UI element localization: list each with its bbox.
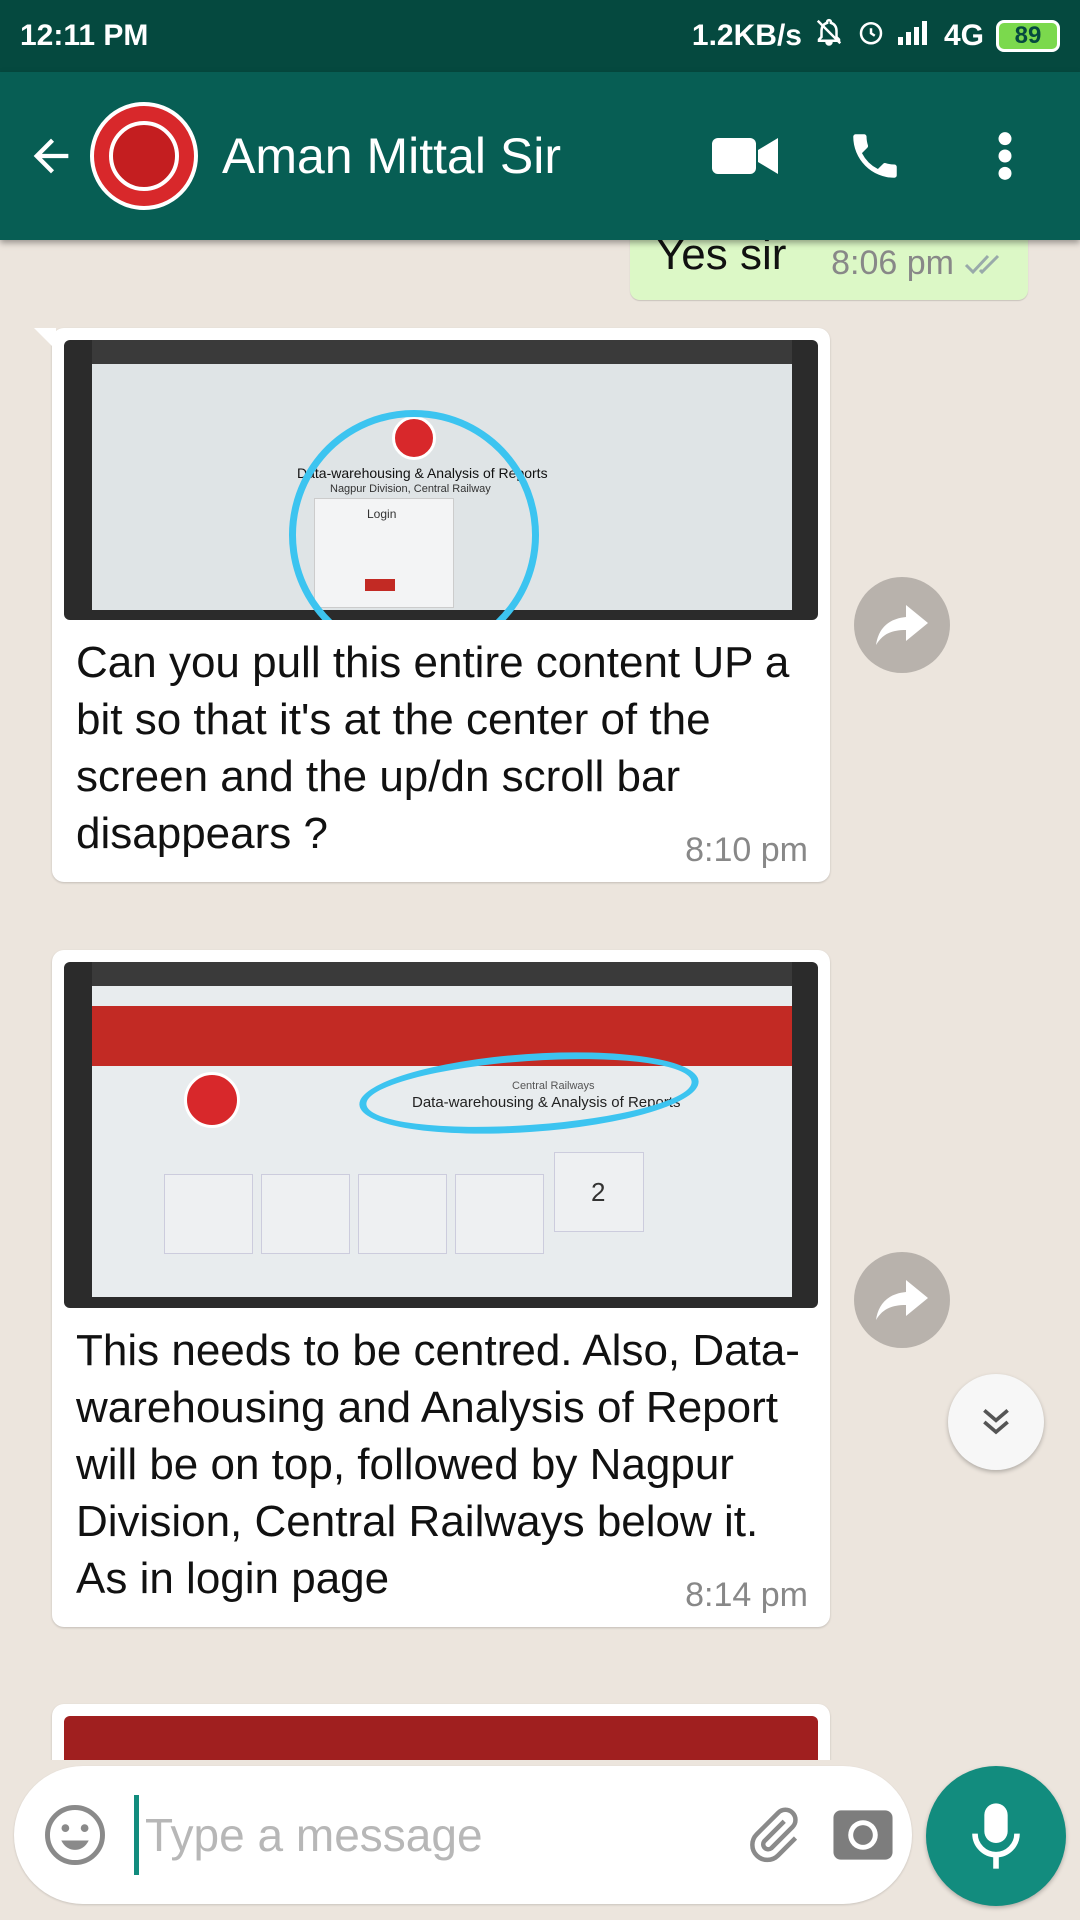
incoming-image-message[interactable]: Data-warehousing & Analysis of Reports N… bbox=[34, 328, 830, 882]
message-input[interactable] bbox=[134, 1795, 743, 1875]
camera-icon[interactable] bbox=[831, 1795, 895, 1875]
microphone-icon bbox=[972, 1803, 1020, 1869]
incoming-image-message[interactable]: Central Railways Data-warehousing & Anal… bbox=[52, 950, 830, 1627]
back-arrow-icon[interactable] bbox=[16, 121, 86, 191]
alarm-icon bbox=[856, 17, 886, 55]
mute-icon bbox=[814, 17, 844, 55]
forward-icon[interactable] bbox=[854, 577, 950, 673]
message-time: 8:06 pm bbox=[831, 244, 954, 282]
chat-header: Aman Mittal Sir bbox=[0, 72, 1080, 240]
message-photo[interactable]: Central Railways Data-warehousing & Anal… bbox=[64, 962, 818, 1308]
outgoing-message[interactable]: Yes sir 8:06 pm bbox=[630, 240, 1028, 300]
message-text: Yes sir bbox=[656, 240, 787, 279]
photo-stable-train-value: 2 bbox=[591, 1177, 606, 1207]
incoming-image-message-partial[interactable] bbox=[52, 1704, 830, 1760]
status-time: 12:11 PM bbox=[20, 19, 149, 52]
network-speed: 1.2KB/s bbox=[691, 19, 802, 52]
message-input-bar bbox=[14, 1766, 912, 1904]
emoji-icon[interactable] bbox=[42, 1795, 108, 1875]
more-options-icon[interactable] bbox=[960, 111, 1050, 201]
signal-icon bbox=[897, 19, 932, 53]
message-caption: This needs to be centred. Also, Data-war… bbox=[76, 1326, 800, 1603]
message-meta: 8:06 pm bbox=[831, 244, 1008, 283]
voice-record-button[interactable] bbox=[926, 1766, 1066, 1906]
contact-name[interactable]: Aman Mittal Sir bbox=[222, 127, 561, 185]
phone-icon[interactable] bbox=[830, 111, 920, 201]
bubble-tail bbox=[34, 328, 56, 350]
battery-indicator: 89 bbox=[996, 20, 1060, 52]
double-chevron-down-icon bbox=[983, 1408, 1009, 1435]
attach-icon[interactable] bbox=[743, 1795, 803, 1875]
message-photo[interactable] bbox=[64, 1716, 818, 1760]
photo-browser-bar bbox=[92, 962, 792, 986]
photo-red-header bbox=[92, 1006, 792, 1066]
network-type: 4G bbox=[943, 19, 984, 52]
photo-stat-cards bbox=[164, 1174, 544, 1254]
status-bar: 12:11 PM 1.2KB/s 4G 89 bbox=[0, 0, 1080, 72]
message-photo[interactable]: Data-warehousing & Analysis of Reports N… bbox=[64, 340, 818, 620]
video-call-icon[interactable] bbox=[700, 111, 790, 201]
message-time: 8:14 pm bbox=[685, 1576, 808, 1614]
status-icons: 1.2KB/s 4G 89 bbox=[692, 17, 1060, 55]
photo-browser-bar bbox=[92, 340, 792, 364]
photo-railway-logo bbox=[184, 1072, 240, 1128]
scroll-to-bottom-button[interactable] bbox=[948, 1374, 1044, 1470]
contact-avatar[interactable] bbox=[90, 102, 198, 210]
read-ticks-icon bbox=[964, 254, 1000, 274]
photo-stable-train-card: 2 bbox=[554, 1152, 644, 1232]
chat-area[interactable]: Yes sir 8:06 pm Data-warehousing & Analy… bbox=[0, 240, 1080, 1760]
railway-logo bbox=[109, 121, 179, 191]
message-time: 8:10 pm bbox=[685, 831, 808, 869]
forward-icon[interactable] bbox=[854, 1252, 950, 1348]
